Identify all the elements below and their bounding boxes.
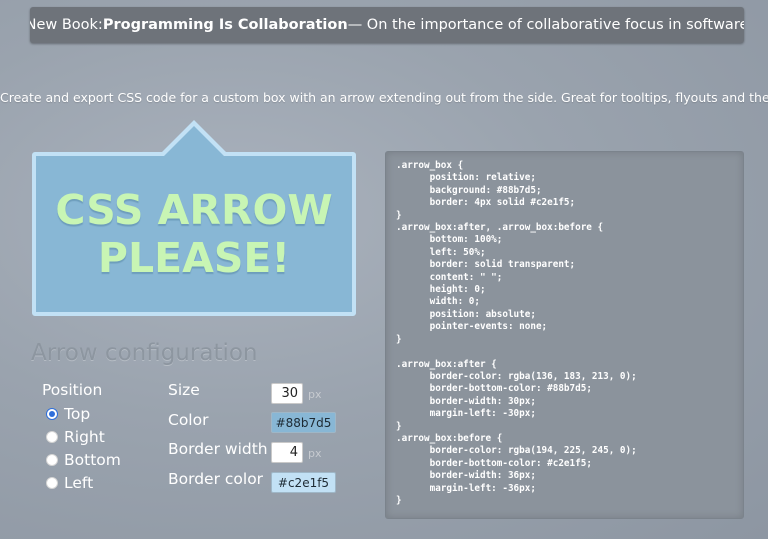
position-option-bottom[interactable]: Bottom <box>46 451 121 469</box>
config-heading: Arrow configuration <box>31 340 258 366</box>
border-width-unit: px <box>308 447 322 460</box>
radio-bottom[interactable] <box>46 454 58 466</box>
radio-right[interactable] <box>46 431 58 443</box>
preview-title: CSS ARROW PLEASE! <box>55 186 332 282</box>
banner-prefix: New Book: <box>30 17 103 33</box>
border-width-input[interactable]: 4 <box>271 442 303 463</box>
radio-top-label: Top <box>64 405 91 423</box>
color-input[interactable]: #88b7d5 <box>271 412 336 433</box>
preview-title-line1: CSS ARROW <box>55 186 333 234</box>
radio-bottom-label: Bottom <box>64 451 121 469</box>
arrow-box-preview: CSS ARROW PLEASE! <box>32 120 356 316</box>
border-color-input[interactable]: #c2e1f5 <box>271 472 336 493</box>
size-input[interactable]: 30 <box>271 383 303 404</box>
position-label: Position <box>42 381 103 399</box>
radio-right-label: Right <box>64 428 105 446</box>
css-code-output[interactable]: .arrow_box { position: relative; backgro… <box>385 151 744 519</box>
radio-left-label: Left <box>64 474 94 492</box>
radio-top[interactable] <box>46 408 58 420</box>
preview-title-line2: PLEASE! <box>97 234 291 282</box>
tagline: Create and export CSS code for a custom … <box>0 90 768 105</box>
border-width-label: Border width <box>168 440 268 458</box>
size-unit: px <box>308 388 322 401</box>
banner-book-title[interactable]: Programming Is Collaboration <box>103 17 348 33</box>
border-color-label: Border color <box>168 470 264 488</box>
position-option-left[interactable]: Left <box>46 474 93 492</box>
position-option-right[interactable]: Right <box>46 428 105 446</box>
color-label: Color <box>168 411 209 429</box>
position-option-top[interactable]: Top <box>46 405 90 423</box>
book-banner[interactable]: New Book: Programming Is Collaboration —… <box>30 7 744 43</box>
banner-suffix: — On the importance of collaborative foc… <box>347 17 744 33</box>
radio-left[interactable] <box>46 477 58 489</box>
size-label: Size <box>168 381 200 399</box>
